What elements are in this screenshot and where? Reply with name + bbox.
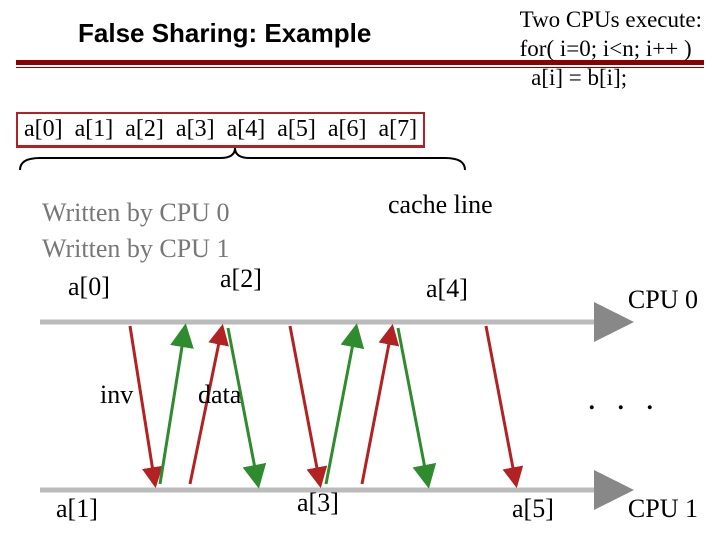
cache-line-label: cache line [388,190,493,220]
bot-a1: a[1] [56,494,98,524]
cell-a5: a[5] [271,114,322,145]
cpu1-label: CPU 1 [628,494,698,524]
slide-title: False Sharing: Example [78,18,371,49]
bot-a3: a[3] [297,488,339,518]
written-cpu0: Written by CPU 0 [42,198,229,228]
cell-a1: a[1] [69,114,120,145]
code-line-1: Two CPUs execute: [520,6,702,35]
cell-a4: a[4] [221,114,272,145]
bot-a5: a[5] [512,494,554,524]
ellipsis: . . . [588,380,661,418]
cell-a7: a[7] [372,114,423,145]
top-a2: a[2] [220,264,262,294]
cell-a3: a[3] [170,114,221,145]
data-label: data [198,380,241,410]
inv-label: inv [100,380,133,410]
cell-a2: a[2] [119,114,170,145]
top-a4: a[4] [426,274,468,304]
written-cpu1: Written by CPU 1 [42,234,229,264]
code-line-3: a[i] = b[i]; [520,64,702,93]
top-a0: a[0] [68,272,110,302]
cpu0-label: CPU 0 [628,285,698,315]
cell-a0: a[0] [18,114,69,145]
code-line-2: for( i=0; i<n; i++ ) [520,35,702,64]
code-snippet: Two CPUs execute: for( i=0; i<n; i++ ) a… [520,6,702,92]
cell-a6: a[6] [322,114,373,145]
array-row: a[0] a[1] a[2] a[3] a[4] a[5] a[6] a[7] [16,112,425,148]
